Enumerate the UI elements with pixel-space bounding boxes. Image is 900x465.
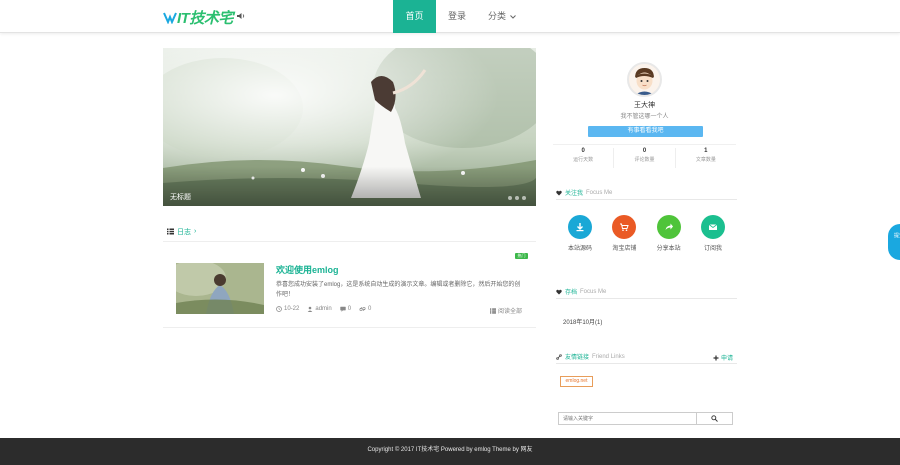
apply-link-button[interactable]: 申请 xyxy=(713,353,733,362)
search-input[interactable] xyxy=(559,413,696,424)
post-date-text: 10-22 xyxy=(284,306,300,312)
site-footer: Copyright © 2017 IT技术宅 Powered by emlog … xyxy=(0,438,900,465)
hero-dots xyxy=(508,196,526,200)
follow-item-share[interactable]: 分享本站 xyxy=(651,215,687,259)
follow-item-shop[interactable]: 淘宝店铺 xyxy=(606,215,642,259)
hero-caption: 无标题 xyxy=(170,194,191,201)
category-separator: › xyxy=(194,228,197,235)
stat-label: 运行天数 xyxy=(573,157,594,163)
follow-label: 淘宝店铺 xyxy=(612,246,637,252)
archive-section-header: 存档 Focus Me xyxy=(556,285,737,299)
hero-dot[interactable] xyxy=(522,196,526,200)
apply-link-label: 申请 xyxy=(720,356,733,362)
hero-slider[interactable]: 无标题 xyxy=(163,48,536,206)
logo-mark-icon xyxy=(163,12,177,24)
follow-item-subscribe[interactable]: 订阅我 xyxy=(695,215,731,259)
category-label[interactable]: 日志 xyxy=(177,227,191,237)
stat-value: 0 xyxy=(581,148,585,154)
post-thumbnail-image xyxy=(176,263,264,314)
follow-label: 订阅我 xyxy=(703,246,722,252)
archive-item[interactable]: 2018年10月(1) xyxy=(563,317,602,326)
list-icon xyxy=(167,228,174,235)
top-navbar: IT技术宅 首页 登录 分类 xyxy=(0,0,900,33)
post-comments[interactable]: 0 xyxy=(340,306,351,312)
follow-title-en: Focus Me xyxy=(586,189,613,196)
avatar-image xyxy=(629,64,660,95)
nav-category-label: 分类 xyxy=(488,11,507,21)
profile-card: 王大神 我不管这哪一个人 有事看看我吧 0 运行天数 0 评论数量 1 文章数量 xyxy=(553,48,736,171)
archive-title-en: Focus Me xyxy=(580,288,607,295)
stat-articles: 1 文章数量 xyxy=(676,148,736,168)
links-title: 友情链接 xyxy=(565,355,590,361)
mail-icon xyxy=(700,215,725,239)
links-section-header: 友情链接 Friend Links 申请 xyxy=(556,350,737,364)
hero-dot[interactable] xyxy=(515,196,519,200)
profile-stats: 0 运行天数 0 评论数量 1 文章数量 xyxy=(553,144,736,168)
link-icon xyxy=(359,306,366,312)
clock-icon xyxy=(276,306,282,312)
speaker-icon[interactable] xyxy=(237,12,245,20)
share-icon xyxy=(656,215,681,239)
download-icon xyxy=(568,215,592,239)
follow-section-header: 关注我 Focus Me xyxy=(556,186,737,200)
read-more-link[interactable]: 阅读全部 xyxy=(489,306,522,315)
follow-label: 本站源码 xyxy=(567,246,592,252)
nav-home[interactable]: 首页 xyxy=(393,0,436,33)
post-author[interactable]: admin xyxy=(307,306,332,312)
hot-badge: 热门 xyxy=(515,253,528,259)
follow-title: 关注我 xyxy=(565,191,584,197)
stat-value: 1 xyxy=(704,148,708,154)
avatar[interactable] xyxy=(627,62,662,97)
read-more-text: 阅读全部 xyxy=(497,309,522,315)
main-nav: 首页 登录 分类 xyxy=(393,0,522,33)
post-title[interactable]: 欢迎使用emlog xyxy=(276,263,339,276)
profile-description: 我不管这哪一个人 xyxy=(620,114,669,120)
stat-label: 评论数量 xyxy=(634,157,655,163)
comment-icon xyxy=(340,306,346,312)
search-button[interactable] xyxy=(696,413,732,424)
links-title-en: Friend Links xyxy=(592,353,625,360)
follow-icons: 本站源码 淘宝店铺 分享本站 订阅我 xyxy=(556,215,737,259)
stat-run-days: 0 运行天数 xyxy=(553,148,615,168)
list-icon xyxy=(489,307,496,314)
post-excerpt: 恭喜您成功安装了emlog，这是系统自动生成的演示文章。编辑或者删除它，然后开始… xyxy=(276,282,521,298)
post-author-text: admin xyxy=(315,306,332,312)
cart-icon xyxy=(612,215,637,239)
post-comments-count: 0 xyxy=(347,306,352,312)
search-icon xyxy=(711,415,718,422)
hero-dot[interactable] xyxy=(508,196,512,200)
nav-category[interactable]: 分类 xyxy=(478,0,522,33)
floating-side-tab[interactable]: 提交 xyxy=(888,224,900,260)
profile-name: 王大神 xyxy=(634,102,655,109)
search-box xyxy=(558,412,733,425)
follow-item-source[interactable]: 本站源码 xyxy=(562,215,598,259)
heart-icon xyxy=(556,289,562,294)
profile-contact-button[interactable]: 有事看看我吧 xyxy=(588,126,703,137)
post-views-count: 0 xyxy=(368,306,372,312)
nav-login[interactable]: 登录 xyxy=(436,0,478,33)
stat-label: 文章数量 xyxy=(695,157,716,163)
post-meta: 10-22 admin 0 0 xyxy=(276,306,371,312)
follow-label: 分享本站 xyxy=(656,246,681,252)
stat-value: 0 xyxy=(642,148,647,154)
logo-text: IT技术宅 xyxy=(177,9,233,27)
archive-title: 存档 xyxy=(565,290,578,296)
post-card: 热门 欢迎使用emlog 恭喜您成功安装了emlog，这是系统自动生成的演示文章… xyxy=(163,248,536,328)
post-views: 0 xyxy=(359,306,371,312)
friend-link-emlog[interactable]: emlog.net xyxy=(560,376,593,387)
link-icon xyxy=(556,353,562,360)
chevron-down-icon xyxy=(510,14,516,19)
plus-icon xyxy=(713,355,719,360)
site-logo[interactable]: IT技术宅 xyxy=(163,8,233,27)
stat-comments: 0 评论数量 xyxy=(614,148,676,168)
hero-image xyxy=(163,48,536,206)
category-strip: 日志 › xyxy=(163,222,536,242)
user-icon xyxy=(308,306,313,312)
heart-icon xyxy=(556,190,562,195)
post-thumbnail[interactable] xyxy=(176,263,264,314)
post-date: 10-22 xyxy=(276,306,299,312)
